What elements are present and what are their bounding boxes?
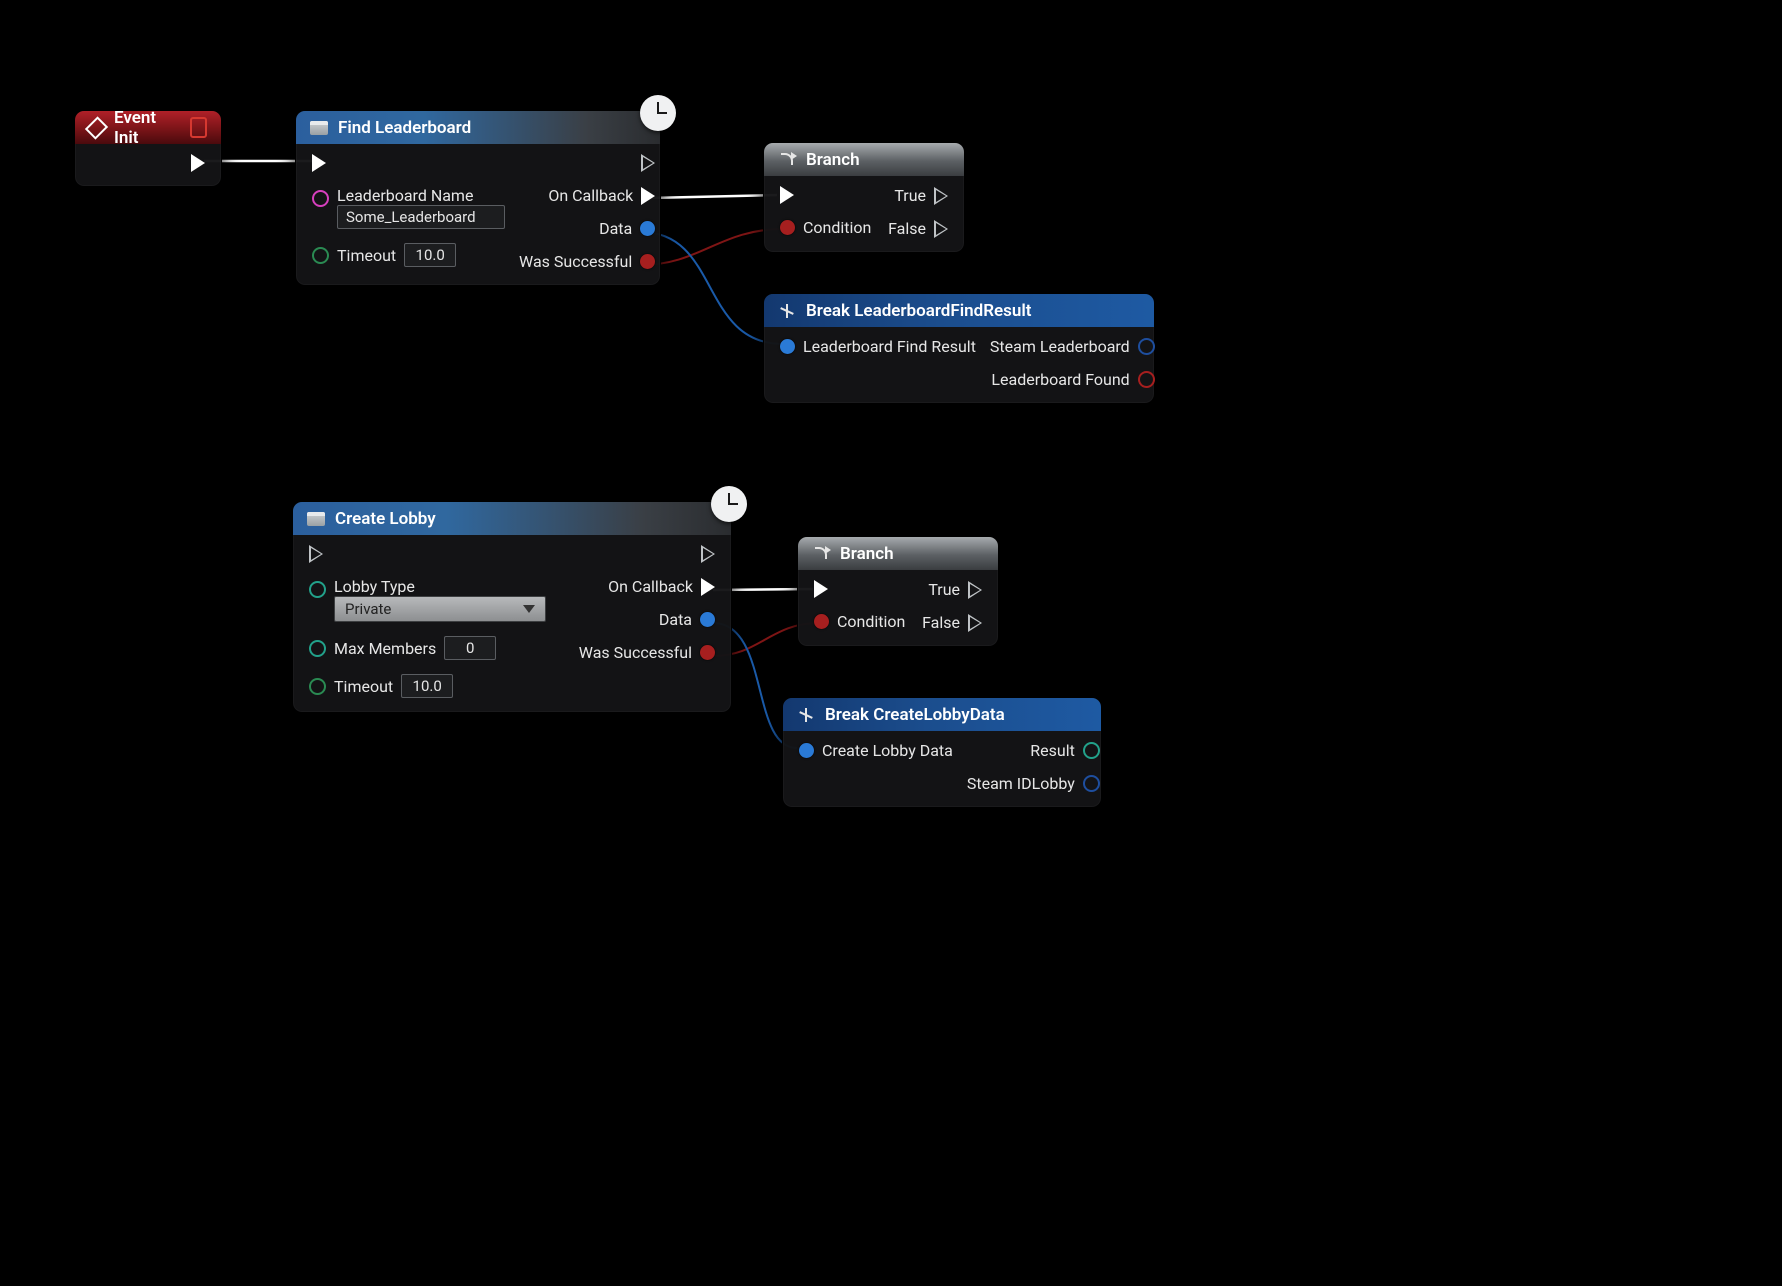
pin-lobby-type[interactable] bbox=[309, 581, 326, 598]
node-title: Event Init bbox=[114, 108, 170, 148]
output-label: On Callback bbox=[608, 577, 693, 596]
input-label: Create Lobby Data bbox=[822, 741, 953, 760]
timeout-input[interactable]: 10.0 bbox=[401, 674, 453, 698]
exec-in-pin[interactable] bbox=[309, 545, 323, 563]
node-header[interactable]: Break CreateLobbyData bbox=[783, 698, 1101, 731]
input-label: Max Members bbox=[334, 639, 436, 658]
pin-condition[interactable] bbox=[780, 220, 795, 235]
chevron-down-icon bbox=[523, 605, 535, 613]
node-header[interactable]: Branch bbox=[798, 537, 998, 570]
node-title: Find Leaderboard bbox=[338, 118, 471, 138]
node-title: Branch bbox=[840, 544, 894, 564]
pin-was-successful[interactable] bbox=[640, 254, 655, 269]
exec-out-pin[interactable] bbox=[191, 154, 205, 172]
output-label: Data bbox=[659, 610, 692, 629]
node-branch-1[interactable]: Branch Condition True False bbox=[763, 142, 965, 253]
pin-was-successful[interactable] bbox=[700, 645, 715, 660]
node-header[interactable]: Find Leaderboard bbox=[296, 111, 660, 144]
exec-in-pin[interactable] bbox=[814, 580, 828, 598]
node-find-leaderboard[interactable]: Find Leaderboard Leaderboard Name Some_L… bbox=[295, 110, 661, 286]
output-label: Steam Leaderboard bbox=[990, 337, 1130, 356]
exec-then-pin[interactable] bbox=[641, 154, 655, 172]
event-icon bbox=[85, 116, 108, 139]
pin-result[interactable] bbox=[1083, 742, 1100, 759]
output-label: Result bbox=[1030, 741, 1075, 760]
exec-in-pin[interactable] bbox=[312, 154, 326, 172]
pin-data[interactable] bbox=[700, 612, 715, 627]
output-label: False bbox=[888, 219, 926, 238]
node-create-lobby[interactable]: Create Lobby Lobby Type Private Max Memb… bbox=[292, 501, 732, 713]
max-members-input[interactable]: 0 bbox=[444, 636, 496, 660]
node-body bbox=[75, 144, 221, 186]
input-label: Condition bbox=[837, 612, 905, 631]
function-icon bbox=[307, 512, 325, 526]
output-label: False bbox=[922, 613, 960, 632]
exec-then-pin[interactable] bbox=[701, 545, 715, 563]
node-title: Create Lobby bbox=[335, 509, 436, 529]
branch-icon bbox=[778, 151, 796, 169]
output-label: Steam IDLobby bbox=[967, 774, 1075, 793]
function-icon bbox=[310, 121, 328, 135]
blueprint-canvas[interactable]: Event Init Find Leaderboard Leaderboard … bbox=[0, 0, 1782, 1286]
pin-struct-in[interactable] bbox=[799, 743, 814, 758]
lobby-type-dropdown[interactable]: Private bbox=[334, 596, 546, 622]
branch-icon bbox=[812, 545, 830, 563]
exec-true-pin[interactable] bbox=[968, 581, 982, 599]
input-label: Condition bbox=[803, 218, 871, 237]
input-label: Lobby Type bbox=[334, 577, 546, 596]
input-label: Timeout bbox=[334, 677, 393, 696]
pin-leaderboard-name[interactable] bbox=[312, 190, 329, 207]
node-break-leaderboard[interactable]: Break LeaderboardFindResult Leaderboard … bbox=[763, 293, 1155, 404]
output-label: Leaderboard Found bbox=[991, 370, 1129, 389]
latent-clock-icon bbox=[711, 486, 747, 522]
exec-false-pin[interactable] bbox=[968, 614, 982, 632]
output-label: Was Successful bbox=[519, 252, 632, 271]
exec-in-pin[interactable] bbox=[780, 186, 794, 204]
exec-callback-pin[interactable] bbox=[701, 578, 715, 596]
node-branch-2[interactable]: Branch Condition True False bbox=[797, 536, 999, 647]
pin-steam-id-lobby[interactable] bbox=[1083, 775, 1100, 792]
pin-leaderboard-found[interactable] bbox=[1138, 371, 1155, 388]
exec-true-pin[interactable] bbox=[934, 187, 948, 205]
output-label: Was Successful bbox=[579, 643, 692, 662]
node-header[interactable]: Create Lobby bbox=[293, 502, 731, 535]
dropdown-value: Private bbox=[345, 600, 391, 618]
node-title: Break LeaderboardFindResult bbox=[806, 301, 1032, 321]
input-label: Leaderboard Name bbox=[337, 186, 505, 205]
pin-condition[interactable] bbox=[814, 614, 829, 629]
output-label: True bbox=[928, 580, 960, 599]
node-event-init[interactable]: Event Init bbox=[74, 110, 222, 187]
exec-false-pin[interactable] bbox=[934, 220, 948, 238]
pin-max-members[interactable] bbox=[309, 640, 326, 657]
node-break-create-lobby[interactable]: Break CreateLobbyData Create Lobby Data … bbox=[782, 697, 1102, 808]
timeout-input[interactable]: 10.0 bbox=[404, 243, 456, 267]
event-stop-icon bbox=[190, 117, 207, 138]
node-header[interactable]: Branch bbox=[764, 143, 964, 176]
output-label: True bbox=[894, 186, 926, 205]
pin-timeout[interactable] bbox=[312, 247, 329, 264]
break-icon bbox=[797, 706, 815, 724]
output-label: Data bbox=[599, 219, 632, 238]
input-label: Leaderboard Find Result bbox=[803, 337, 976, 356]
pin-steam-leaderboard[interactable] bbox=[1138, 338, 1155, 355]
leaderboard-name-input[interactable]: Some_Leaderboard bbox=[337, 205, 505, 229]
node-title: Branch bbox=[806, 150, 860, 170]
pin-timeout[interactable] bbox=[309, 678, 326, 695]
input-label: Timeout bbox=[337, 246, 396, 265]
pin-struct-in[interactable] bbox=[780, 339, 795, 354]
node-title: Break CreateLobbyData bbox=[825, 705, 1005, 725]
exec-callback-pin[interactable] bbox=[641, 187, 655, 205]
node-header[interactable]: Break LeaderboardFindResult bbox=[764, 294, 1154, 327]
pin-data[interactable] bbox=[640, 221, 655, 236]
node-header[interactable]: Event Init bbox=[75, 111, 221, 144]
output-label: On Callback bbox=[548, 186, 633, 205]
break-icon bbox=[778, 302, 796, 320]
latent-clock-icon bbox=[640, 95, 676, 131]
